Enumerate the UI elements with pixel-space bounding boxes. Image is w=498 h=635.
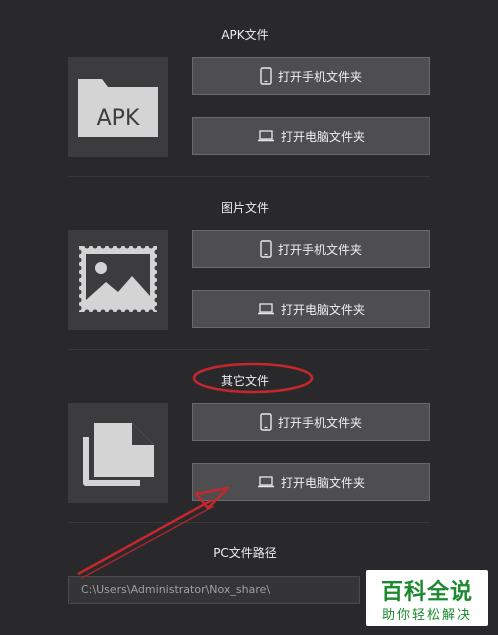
annotation-arrow-line xyxy=(77,498,213,576)
annotation-ellipse xyxy=(192,362,314,394)
watermark-logo: 百科全说 助你轻松解决 xyxy=(366,570,488,626)
watermark-main: 百科全说 xyxy=(380,580,473,605)
watermark-sub: 助你轻松解决 xyxy=(381,608,472,623)
annotation-overlay xyxy=(77,362,314,579)
